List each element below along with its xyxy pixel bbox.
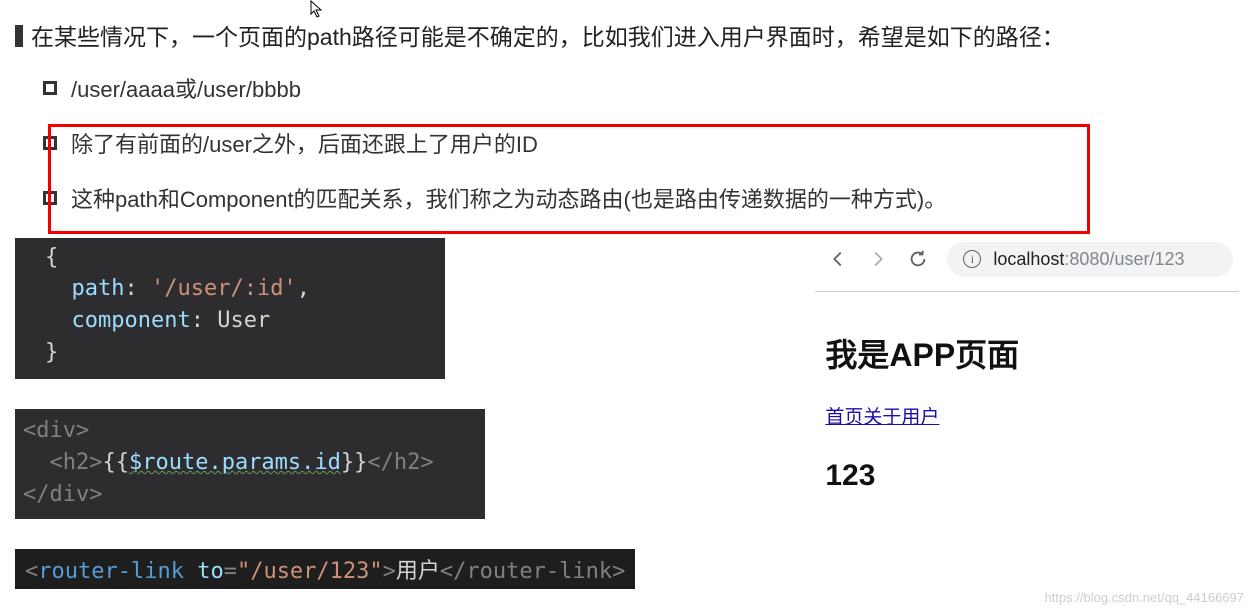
back-icon[interactable] xyxy=(827,248,849,270)
bullet-marker-icon xyxy=(15,25,23,47)
url-text: localhost:8080/user/123 xyxy=(993,249,1184,270)
info-icon[interactable]: i xyxy=(963,250,981,268)
route-param-result: 123 xyxy=(825,459,1229,493)
reload-icon[interactable] xyxy=(907,248,929,270)
address-bar[interactable]: i localhost:8080/user/123 xyxy=(947,242,1233,277)
code-block-router-config: { path: '/user/:id', component: User } xyxy=(15,238,445,380)
list-item: 除了有前面的/user之外，后面还跟上了用户的ID xyxy=(43,128,1239,161)
watermark: https://blog.csdn.net/qq_44166697 xyxy=(1045,590,1245,605)
browser-toolbar: i localhost:8080/user/123 xyxy=(815,238,1239,292)
hollow-bullet-icon xyxy=(43,191,57,205)
hollow-bullet-icon xyxy=(43,81,57,95)
list-item-text: /user/aaaa或/user/bbbb xyxy=(71,73,301,106)
list-item: /user/aaaa或/user/bbbb xyxy=(43,73,1239,106)
page-title: 我是APP页面 xyxy=(825,330,1229,376)
hollow-bullet-icon xyxy=(43,136,57,150)
browser-preview: i localhost:8080/user/123 我是APP页面 首页关于用户… xyxy=(815,238,1239,493)
list-item-text: 这种path和Component的匹配关系，我们称之为动态路由(也是路由传递数据… xyxy=(71,183,946,216)
code-block-template: <div> <h2>{{$route.params.id}}</h2> </di… xyxy=(15,409,485,519)
list-item-text: 除了有前面的/user之外，后面还跟上了用户的ID xyxy=(71,128,538,161)
main-bullet-item: 在某些情况下，一个页面的path路径可能是不确定的，比如我们进入用户界面时，希望… xyxy=(15,20,1239,55)
list-item: 这种path和Component的匹配关系，我们称之为动态路由(也是路由传递数据… xyxy=(43,183,1239,216)
code-block-router-link: <router-link to="/user/123">用户</router-l… xyxy=(15,549,635,589)
main-bullet-text: 在某些情况下，一个页面的path路径可能是不确定的，比如我们进入用户界面时，希望… xyxy=(31,20,1065,55)
page-content: 我是APP页面 首页关于用户 123 xyxy=(815,292,1239,493)
nav-links[interactable]: 首页关于用户 xyxy=(825,402,1229,429)
forward-icon[interactable] xyxy=(867,248,889,270)
